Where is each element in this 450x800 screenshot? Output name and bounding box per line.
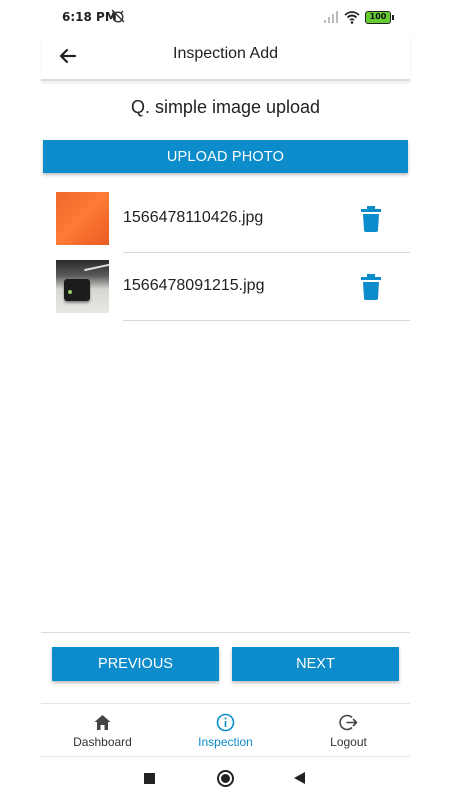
status-bar: 6:18 PM 100 [0, 0, 450, 34]
wifi-icon [344, 11, 360, 24]
page-title: Inspection Add [173, 45, 278, 62]
tab-label: Inspection [198, 735, 253, 749]
list-item: 1566478091215.jpg [41, 253, 410, 321]
list-item: 1566478110426.jpg [41, 185, 410, 253]
divider [41, 632, 410, 633]
file-name: 1566478110426.jpg [123, 209, 264, 226]
divider [123, 320, 410, 321]
recents-icon[interactable] [144, 773, 155, 784]
app-bar: Inspection Add [41, 34, 410, 81]
info-icon [216, 713, 235, 732]
tab-dashboard[interactable]: Dashboard [41, 704, 164, 758]
battery-level: 100 [369, 12, 387, 21]
file-thumbnail [56, 260, 109, 313]
tab-inspection[interactable]: Inspection [164, 704, 287, 758]
tab-label: Dashboard [73, 735, 132, 749]
question-text: Q. simple image upload [130, 97, 321, 117]
upload-photo-button[interactable]: UPLOAD PHOTO [43, 140, 408, 173]
status-time: 6:18 PM [62, 10, 117, 24]
home-circle-icon[interactable] [217, 770, 234, 787]
trash-icon[interactable] [359, 274, 383, 300]
bottom-navigation: Dashboard Inspection Logout [41, 703, 410, 757]
signal-icon [324, 11, 338, 23]
next-button[interactable]: NEXT [232, 647, 399, 681]
home-icon [94, 715, 111, 730]
system-navigation-bar [0, 760, 450, 800]
tab-label: Logout [330, 735, 367, 749]
file-name: 1566478091215.jpg [123, 277, 265, 294]
alarm-off-icon [111, 9, 125, 23]
tab-logout[interactable]: Logout [287, 704, 410, 758]
trash-icon[interactable] [359, 206, 383, 232]
previous-button[interactable]: PREVIOUS [52, 647, 219, 681]
file-thumbnail [56, 192, 109, 245]
back-triangle-icon[interactable] [294, 772, 305, 784]
battery-icon: 100 [365, 11, 394, 24]
logout-icon [339, 714, 358, 731]
